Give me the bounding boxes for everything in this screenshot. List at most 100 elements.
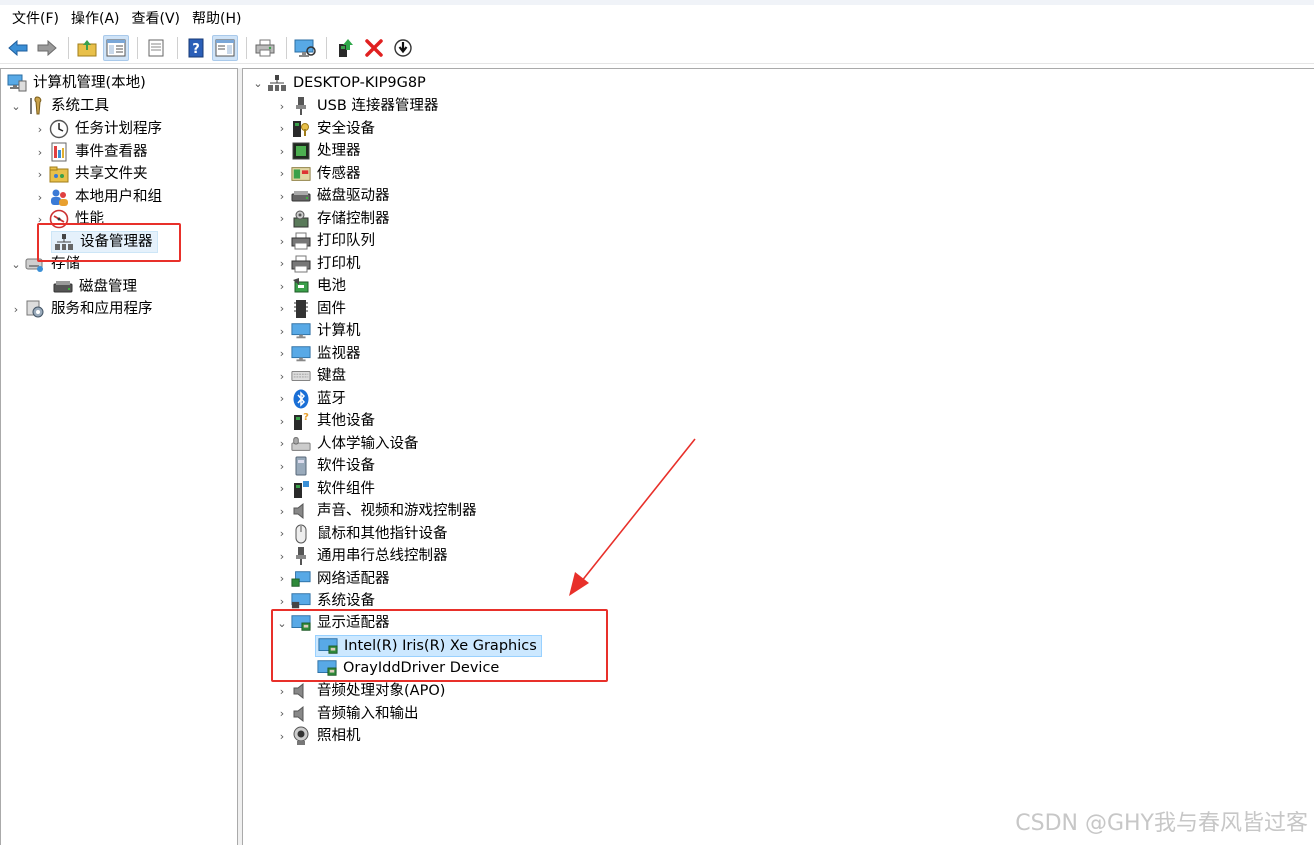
device-category-row[interactable]: › 电池 xyxy=(275,275,348,297)
chevron-right-icon[interactable]: › xyxy=(275,478,289,500)
chevron-right-icon[interactable]: › xyxy=(275,298,289,320)
clock-icon xyxy=(49,119,69,139)
tree-item-storage[interactable]: ⌄ 存储 xyxy=(9,253,82,275)
device-category-row[interactable]: › 蓝牙 xyxy=(275,388,348,410)
toolbar-separator xyxy=(326,36,327,59)
chevron-right-icon[interactable]: › xyxy=(33,118,47,140)
device-category-row[interactable]: ›? 其他设备 xyxy=(275,410,377,432)
tree-item-task-scheduler[interactable]: › 任务计划程序 xyxy=(33,118,164,140)
device-category-row[interactable]: › 打印队列 xyxy=(275,230,377,252)
device-category-row[interactable]: › 键盘 xyxy=(275,365,348,387)
device-category-row[interactable]: › 监视器 xyxy=(275,343,363,365)
tree-item-services-apps[interactable]: › 服务和应用程序 xyxy=(9,298,155,320)
performance-icon xyxy=(49,209,69,229)
chevron-right-icon[interactable]: › xyxy=(275,118,289,140)
chevron-right-icon[interactable]: › xyxy=(275,568,289,590)
toolbar-separator xyxy=(246,36,247,59)
uninstall-icon[interactable] xyxy=(361,35,387,61)
tree-item-event-viewer[interactable]: › 事件查看器 xyxy=(33,141,150,163)
menu-file[interactable]: 文件(F) xyxy=(6,6,65,32)
chevron-right-icon[interactable]: › xyxy=(275,500,289,522)
chevron-down-icon[interactable]: ⌄ xyxy=(251,72,265,94)
forward-arrow-icon[interactable] xyxy=(34,35,60,61)
tree-item-computer-management[interactable]: 计算机管理(本地) xyxy=(5,72,148,94)
device-tree-root[interactable]: ⌄ DESKTOP-KIP9G8P xyxy=(251,72,428,94)
chevron-right-icon[interactable]: › xyxy=(275,185,289,207)
chevron-right-icon[interactable]: › xyxy=(9,298,23,320)
chevron-right-icon[interactable]: › xyxy=(275,320,289,342)
show-hide-tree-icon[interactable] xyxy=(103,34,129,61)
device-category-row[interactable]: › 通用串行总线控制器 xyxy=(275,545,450,567)
chevron-right-icon[interactable]: › xyxy=(33,208,47,230)
storage-icon xyxy=(25,254,45,274)
update-driver-icon[interactable] xyxy=(332,35,358,61)
chevron-right-icon[interactable]: › xyxy=(275,703,289,725)
device-oray-idd-driver[interactable]: OrayIddDriver Device xyxy=(315,657,501,679)
menu-help[interactable]: 帮助(H) xyxy=(186,6,247,32)
chevron-right-icon[interactable]: › xyxy=(275,253,289,275)
chevron-right-icon[interactable]: › xyxy=(33,141,47,163)
chevron-down-icon[interactable]: ⌄ xyxy=(275,612,289,634)
tree-item-shared-folders[interactable]: › 共享文件夹 xyxy=(33,163,150,185)
device-category-row[interactable]: › 声音、视频和游戏控制器 xyxy=(275,500,479,522)
device-category-row[interactable]: › 软件设备 xyxy=(275,455,377,477)
menu-bar: 文件(F) 操作(A) 查看(V) 帮助(H) xyxy=(0,5,1314,32)
device-category-row[interactable]: › 磁盘驱动器 xyxy=(275,185,392,207)
menu-view[interactable]: 查看(V) xyxy=(126,6,187,32)
menu-action[interactable]: 操作(A) xyxy=(65,6,126,32)
device-category-row[interactable]: › 安全设备 xyxy=(275,118,377,140)
disable-device-icon[interactable] xyxy=(390,35,416,61)
monitor-scan-icon[interactable] xyxy=(292,35,318,61)
chevron-right-icon[interactable]: › xyxy=(275,545,289,567)
chevron-right-icon[interactable]: › xyxy=(275,410,289,432)
device-category-row[interactable]: › 存储控制器 xyxy=(275,208,392,230)
chevron-right-icon[interactable]: › xyxy=(275,230,289,252)
tree-item-disk-management[interactable]: 磁盘管理 xyxy=(51,276,139,298)
chevron-right-icon[interactable]: › xyxy=(275,455,289,477)
back-arrow-icon[interactable] xyxy=(5,35,31,61)
tree-item-local-users[interactable]: › 本地用户和组 xyxy=(33,186,164,208)
speaker-icon xyxy=(291,501,311,521)
chevron-right-icon[interactable]: › xyxy=(275,365,289,387)
chevron-right-icon[interactable]: › xyxy=(275,523,289,545)
chevron-right-icon[interactable]: › xyxy=(275,140,289,162)
chevron-right-icon[interactable]: › xyxy=(275,343,289,365)
device-category-row[interactable]: › 照相机 xyxy=(275,725,363,747)
print-icon[interactable] xyxy=(252,35,278,61)
tree-item-system-tools[interactable]: ⌄ 系统工具 xyxy=(9,95,111,117)
chevron-right-icon[interactable]: › xyxy=(275,388,289,410)
device-category-row[interactable]: › USB 连接器管理器 xyxy=(275,95,440,117)
chevron-right-icon[interactable]: › xyxy=(275,275,289,297)
chevron-right-icon[interactable]: › xyxy=(275,163,289,185)
chevron-right-icon[interactable]: › xyxy=(275,95,289,117)
device-intel-iris-xe[interactable]: Intel(R) Iris(R) Xe Graphics xyxy=(315,635,542,657)
tree-item-performance[interactable]: › 性能 xyxy=(33,208,106,230)
device-category-row[interactable]: › 软件组件 xyxy=(275,478,377,500)
device-category-row[interactable]: › 处理器 xyxy=(275,140,363,162)
device-category-row[interactable]: › 人体学输入设备 xyxy=(275,433,421,455)
chevron-down-icon[interactable]: ⌄ xyxy=(9,253,23,275)
properties-icon[interactable] xyxy=(143,35,169,61)
device-category-row[interactable]: › 音频处理对象(APO) xyxy=(275,680,447,702)
device-category-row[interactable]: › 网络适配器 xyxy=(275,568,392,590)
device-category-row[interactable]: › 打印机 xyxy=(275,253,363,275)
show-action-pane-icon[interactable] xyxy=(212,34,238,61)
device-category-display-adapters[interactable]: ⌄ 显示适配器 xyxy=(275,612,392,634)
device-category-row[interactable]: › 鼠标和其他指针设备 xyxy=(275,523,450,545)
chevron-right-icon[interactable]: › xyxy=(33,186,47,208)
chevron-right-icon[interactable]: › xyxy=(275,208,289,230)
chevron-down-icon[interactable]: ⌄ xyxy=(9,95,23,117)
chevron-right-icon[interactable]: › xyxy=(33,163,47,185)
help-icon[interactable]: ? xyxy=(183,35,209,61)
chevron-right-icon[interactable]: › xyxy=(275,725,289,747)
tree-item-device-manager[interactable]: 设备管理器 xyxy=(51,231,158,253)
device-category-row[interactable]: › 计算机 xyxy=(275,320,363,342)
chevron-right-icon[interactable]: › xyxy=(275,680,289,702)
up-folder-icon[interactable] xyxy=(74,35,100,61)
device-category-row[interactable]: › 系统设备 xyxy=(275,590,377,612)
chevron-right-icon[interactable]: › xyxy=(275,590,289,612)
device-category-row[interactable]: › 固件 xyxy=(275,298,348,320)
device-category-row[interactable]: › 音频输入和输出 xyxy=(275,703,421,725)
chevron-right-icon[interactable]: › xyxy=(275,433,289,455)
device-category-row[interactable]: › 传感器 xyxy=(275,163,363,185)
